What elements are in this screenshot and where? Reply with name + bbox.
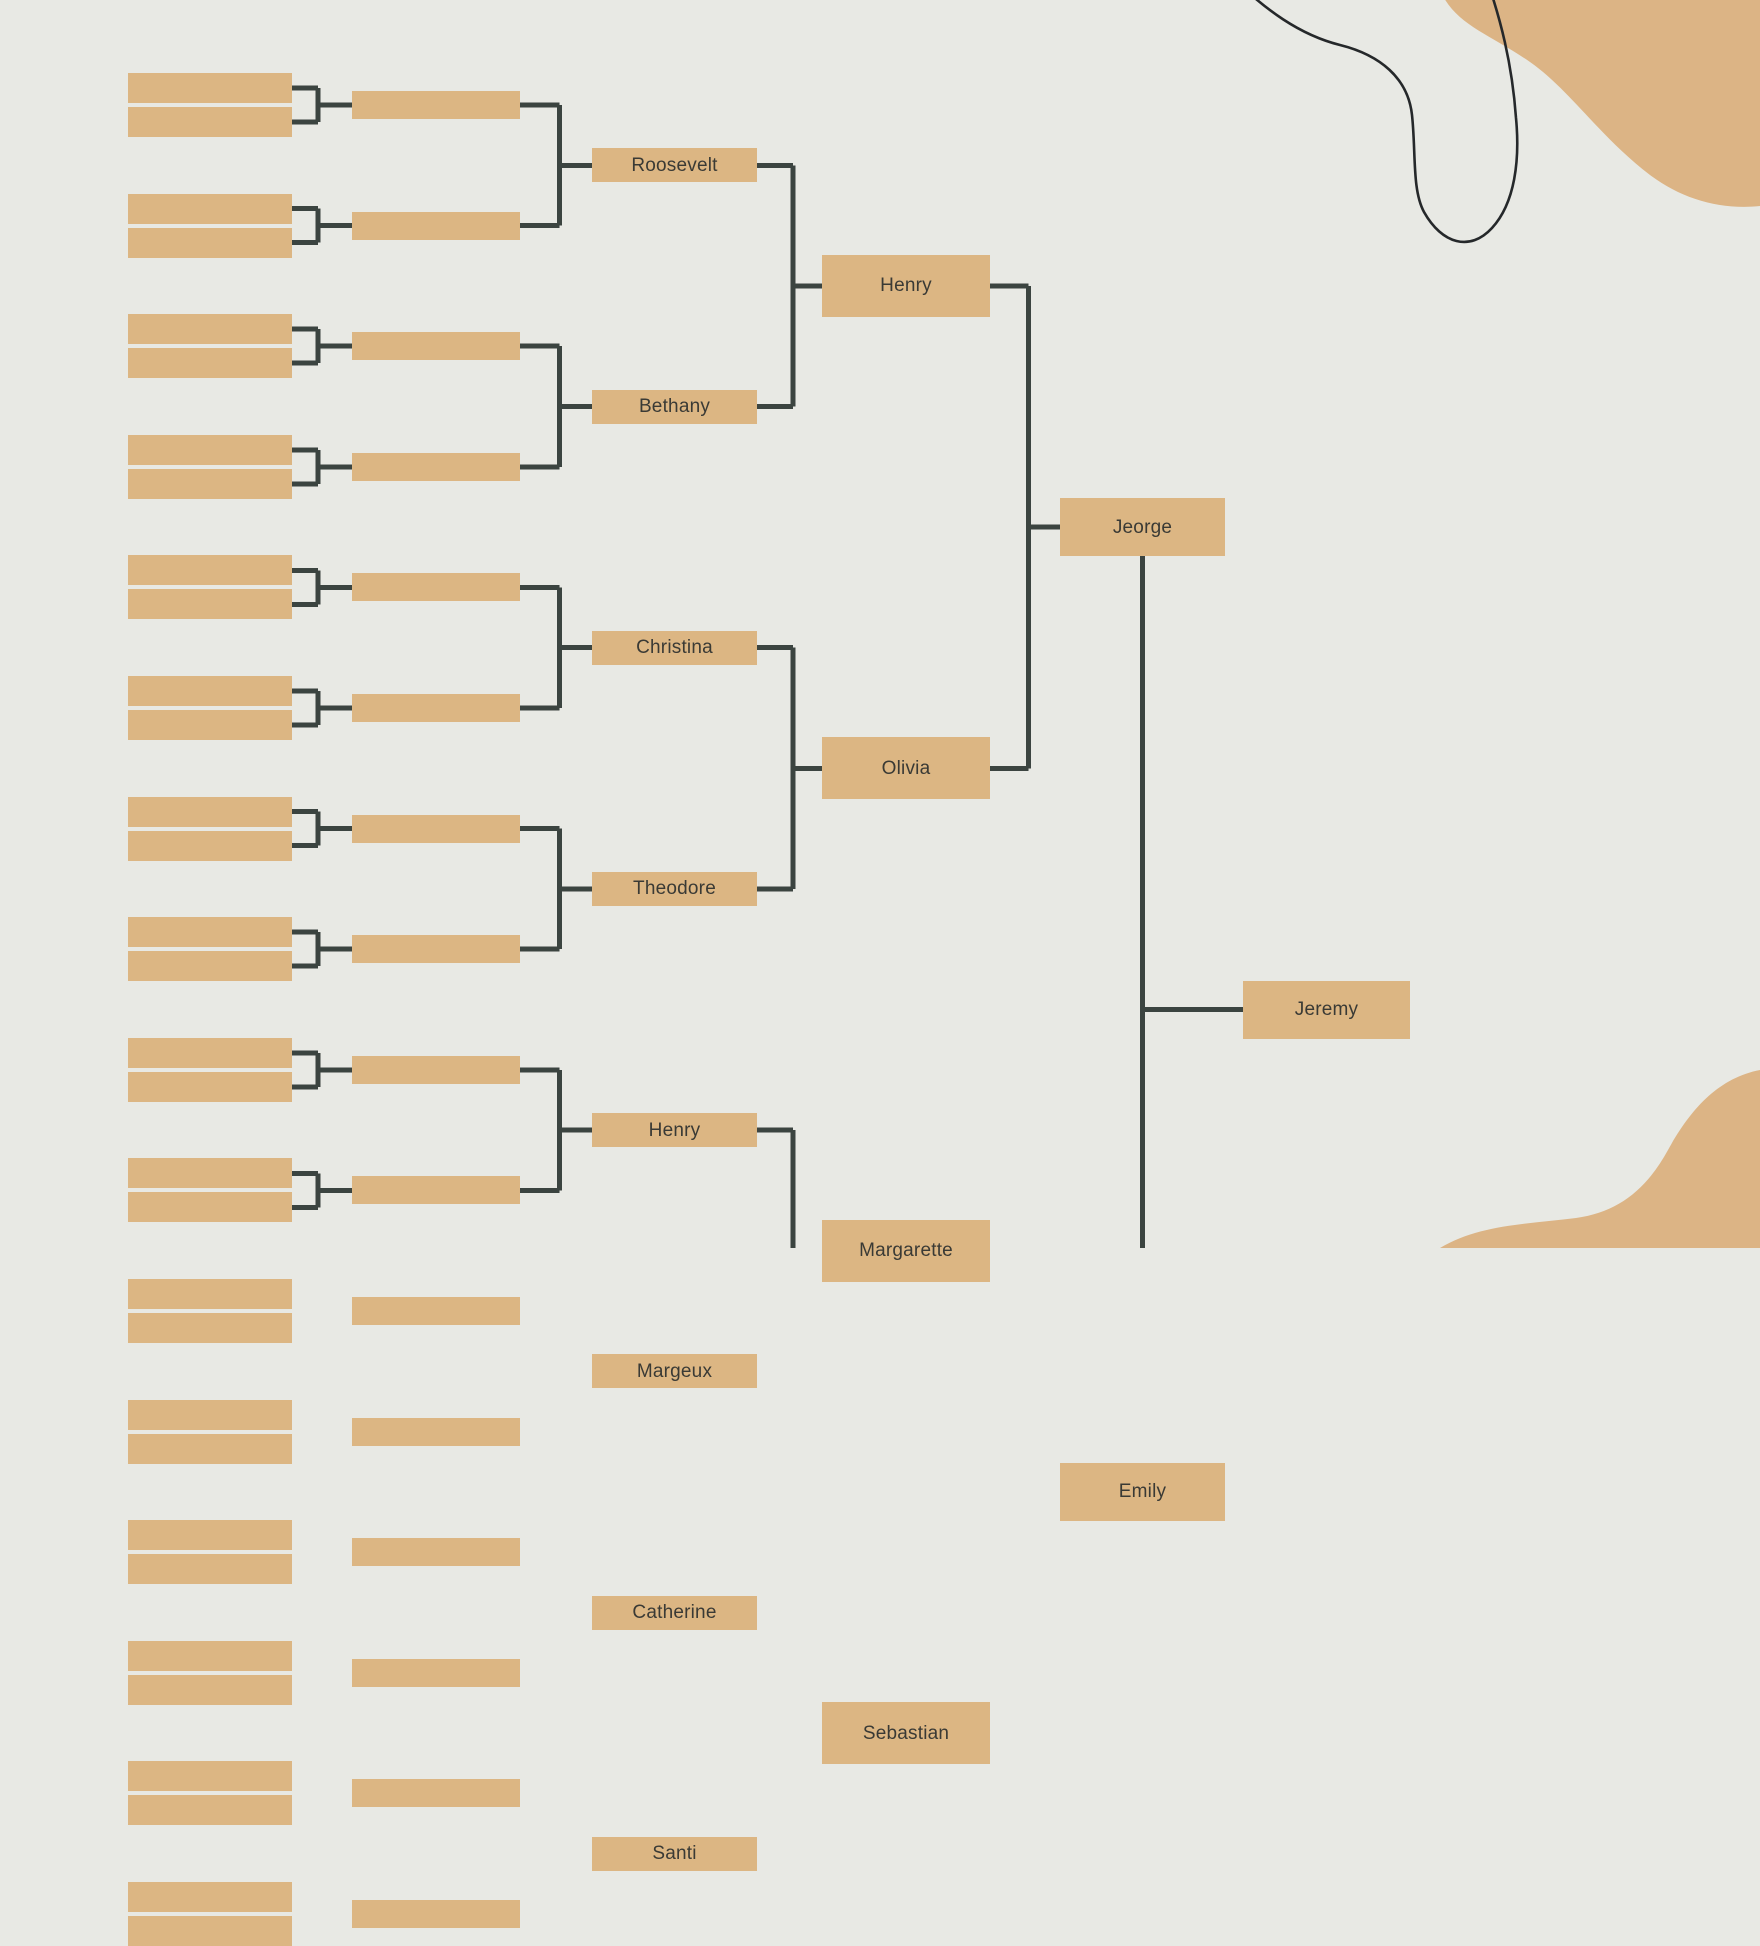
bracket-seed-slot[interactable] [128, 1313, 292, 1343]
bracket-seed-slot[interactable] [128, 314, 292, 345]
bracket-seed-slot[interactable] [128, 1158, 292, 1189]
bracket-seed-slot[interactable] [128, 796, 292, 827]
bracket-node-henry[interactable]: Henry [592, 1113, 757, 1148]
bracket-node-label: Theodore [633, 878, 716, 900]
bracket-node-label: Christina [636, 637, 713, 659]
bracket-seed-slot[interactable] [352, 91, 520, 119]
bracket-node-emily[interactable]: Emily [1060, 1462, 1225, 1521]
bracket-seed-slot[interactable] [128, 589, 292, 620]
bracket-seed-slot[interactable] [352, 452, 520, 481]
bracket-seed-slot[interactable] [128, 107, 292, 137]
bracket-seed-slot[interactable] [352, 814, 520, 843]
bracket-seed-slot[interactable] [352, 1055, 520, 1084]
bracket-seed-slot[interactable] [352, 573, 520, 602]
bracket-seed-slot[interactable] [128, 676, 292, 706]
bracket-seed-slot[interactable] [128, 1554, 292, 1585]
bracket-seed-slot[interactable] [128, 227, 292, 258]
bracket-seed-slot[interactable] [352, 211, 520, 240]
bracket-seed-slot[interactable] [352, 332, 520, 361]
bracket-seed-slot[interactable] [352, 1900, 520, 1928]
bracket-node-label: Jeorge [1112, 516, 1173, 538]
bracket-seed-slot[interactable] [128, 1433, 292, 1464]
bracket-node-santi[interactable]: Santi [592, 1836, 757, 1871]
bracket-seed-slot[interactable] [128, 710, 292, 740]
bracket-seed-slot[interactable] [352, 694, 520, 722]
bracket-node-christina[interactable]: Christina [592, 630, 757, 665]
bracket-node-label: Jeremy [1294, 999, 1359, 1020]
bracket-seed-slot[interactable] [128, 348, 292, 379]
bracket-seed-slot[interactable] [128, 1192, 292, 1223]
bracket-node-henry[interactable]: Henry [822, 254, 990, 317]
bracket-seed-slot[interactable] [128, 1520, 292, 1551]
bracket-canvas: Roosevelt Bethany Christina Theodore Henry Ma… [0, 0, 1760, 1946]
bracket-node-label: Henry [880, 275, 932, 297]
bracket-node-label: Roosevelt [631, 154, 718, 176]
bracket-seed-slot[interactable] [352, 1297, 520, 1325]
bracket-node-bethany[interactable]: Bethany [592, 389, 757, 424]
bracket-nodes-layer: Roosevelt Bethany Christina Theodore Henry Ma… [0, 0, 1760, 1946]
bracket-seed-slot[interactable] [352, 1176, 520, 1205]
bracket-node-roosevelt[interactable]: Roosevelt [592, 148, 757, 183]
bracket-seed-slot[interactable] [352, 1417, 520, 1446]
bracket-seed-slot[interactable] [128, 1795, 292, 1826]
bracket-seed-slot[interactable] [128, 1640, 292, 1671]
bracket-node-theodore[interactable]: Theodore [592, 871, 757, 906]
bracket-node-label: Henry [648, 1119, 701, 1141]
bracket-seed-slot[interactable] [128, 468, 292, 499]
bracket-node-label: Margeux [636, 1360, 713, 1382]
bracket-node-label: Santi [652, 1843, 697, 1865]
bracket-seed-slot[interactable] [128, 1761, 292, 1792]
bracket-seed-slot[interactable] [128, 73, 292, 103]
bracket-node-catherine[interactable]: Catherine [592, 1595, 757, 1630]
bracket-node-olivia[interactable]: Olivia [822, 737, 990, 800]
bracket-seed-slot[interactable] [128, 193, 292, 224]
bracket-seed-slot[interactable] [128, 1071, 292, 1102]
bracket-seed-slot[interactable] [128, 917, 292, 948]
bracket-seed-slot[interactable] [352, 1538, 520, 1567]
bracket-seed-slot[interactable] [128, 1882, 292, 1912]
bracket-seed-slot[interactable] [128, 951, 292, 982]
bracket-node-margeux[interactable]: Margeux [592, 1354, 757, 1389]
bracket-seed-slot[interactable] [128, 434, 292, 465]
bracket-node-jeremy[interactable]: Jeremy [1243, 980, 1410, 1039]
bracket-seed-slot[interactable] [128, 555, 292, 586]
bracket-node-sebastian[interactable]: Sebastian [822, 1702, 990, 1765]
bracket-seed-slot[interactable] [128, 1674, 292, 1705]
bracket-seed-slot[interactable] [352, 935, 520, 964]
bracket-node-label: Bethany [638, 396, 711, 417]
bracket-seed-slot[interactable] [352, 1658, 520, 1687]
bracket-node-label: Emily [1118, 1481, 1167, 1503]
bracket-node-label: Catherine [632, 1602, 717, 1623]
bracket-node-label: Margarette [859, 1240, 953, 1262]
bracket-seed-slot[interactable] [128, 1399, 292, 1430]
bracket-node-label: Olivia [881, 757, 931, 779]
bracket-seed-slot[interactable] [128, 1279, 292, 1309]
bracket-seed-slot[interactable] [128, 830, 292, 861]
bracket-node-label: Sebastian [862, 1722, 950, 1744]
bracket-seed-slot[interactable] [128, 1037, 292, 1068]
bracket-seed-slot[interactable] [352, 1779, 520, 1808]
bracket-node-jeorge[interactable]: Jeorge [1060, 498, 1225, 557]
bracket-node-margarette[interactable]: Margarette [822, 1219, 990, 1282]
bracket-seed-slot[interactable] [128, 1916, 292, 1946]
